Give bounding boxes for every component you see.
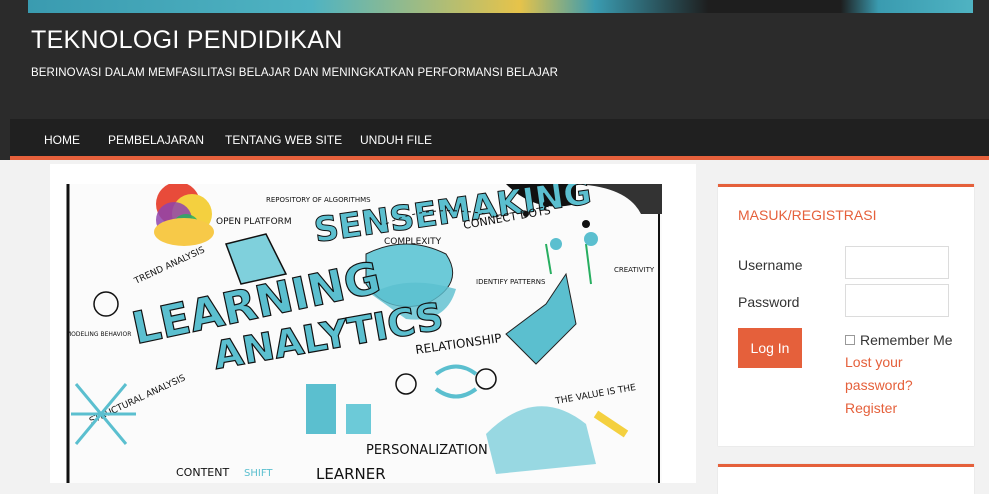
word-personalization: PERSONALIZATION <box>366 443 488 458</box>
login-widget: MASUK/REGISTRASI Username Password Log I… <box>718 184 974 446</box>
main-navigation: HOME PEMBELAJARAN TENTANG WEB SITE UNDUH… <box>10 119 989 160</box>
sketchnote-illustration: SENSEMAKING LEARNING ANALYTICS COMPLEXIT… <box>66 184 662 483</box>
nav-item-home[interactable]: HOME <box>44 133 80 147</box>
word-complexity: COMPLEXITY <box>384 237 442 247</box>
nav-item-tentang-web-site[interactable]: TENTANG WEB SITE <box>225 133 342 147</box>
remember-me[interactable]: Remember Me <box>845 332 953 348</box>
word-repository: REPOSITORY OF ALGORITHMS <box>266 196 371 204</box>
remember-me-checkbox[interactable] <box>845 335 855 345</box>
word-creativity: CREATIVITY <box>614 266 655 274</box>
username-label: Username <box>738 257 803 273</box>
word-identify-patterns: IDENTIFY PATTERNS <box>476 278 546 286</box>
site-tagline: BERINOVASI DALAM MEMFASILITASI BELAJAR D… <box>31 67 559 79</box>
site-title[interactable]: TEKNOLOGI PENDIDIKAN <box>31 26 343 55</box>
remember-me-label: Remember Me <box>860 332 953 348</box>
word-shift: SHIFT <box>244 468 273 479</box>
word-content: CONTENT <box>176 466 229 479</box>
widget-title: MASUK/REGISTRASI <box>738 207 877 223</box>
nav-item-pembelajaran[interactable]: PEMBELAJARAN <box>108 133 204 147</box>
nav-item-unduh-file[interactable]: UNDUH FILE <box>360 133 432 147</box>
password-label: Password <box>738 294 800 310</box>
word-learner: LEARNER <box>316 465 386 483</box>
username-input[interactable] <box>845 246 949 279</box>
password-input[interactable] <box>845 284 949 317</box>
header-banner-strip <box>28 0 973 13</box>
login-button[interactable]: Log In <box>738 328 802 368</box>
lost-password-link-line1[interactable]: Lost your <box>845 354 903 370</box>
word-modeling-behavior: MODELING BEHAVIOR <box>66 331 131 338</box>
lost-password-link-line2[interactable]: password? <box>845 377 913 393</box>
word-open-platform: OPEN PLATFORM <box>216 217 292 227</box>
featured-image-learning-analytics[interactable]: SENSEMAKING LEARNING ANALYTICS COMPLEXIT… <box>66 184 662 483</box>
second-widget <box>718 464 974 494</box>
register-link[interactable]: Register <box>845 400 897 416</box>
